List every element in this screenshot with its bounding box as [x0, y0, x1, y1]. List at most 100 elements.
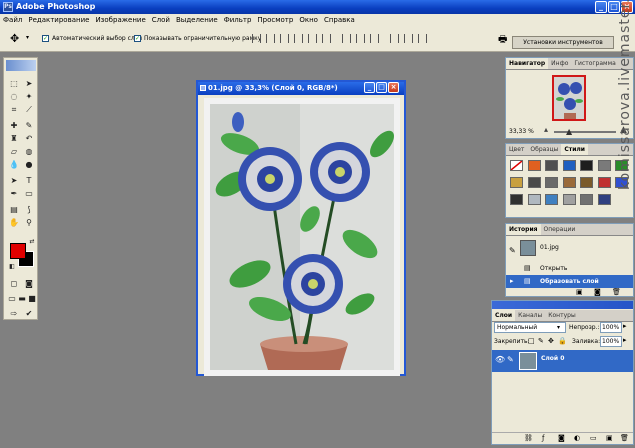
layer-mask-icon[interactable]: ◙	[558, 434, 565, 442]
menu-window[interactable]: Окно	[296, 14, 321, 26]
history-item[interactable]: ▤ Открыть	[506, 262, 633, 275]
trash-icon[interactable]: 🗑	[620, 434, 629, 442]
style-swatch[interactable]	[527, 177, 541, 188]
distribute-vcenter-icon[interactable]	[356, 34, 365, 43]
tab-info[interactable]: Инфо	[548, 58, 571, 69]
imageready-icon[interactable]: ✔	[23, 308, 35, 319]
menu-image[interactable]: Изображение	[92, 14, 148, 26]
tab-styles[interactable]: Стили	[561, 144, 588, 155]
foreground-color-swatch[interactable]	[10, 243, 26, 259]
navigator-thumbnail[interactable]	[552, 75, 586, 121]
lock-transparency-icon[interactable]: □	[528, 337, 535, 345]
doc-minimize-icon[interactable]: _	[364, 82, 375, 93]
align-top-icon[interactable]	[252, 34, 261, 43]
style-swatch[interactable]	[545, 160, 558, 171]
lasso-tool-icon[interactable]: ◌	[8, 91, 20, 102]
document-title-bar[interactable]: 01.jpg @ 33,3% (Слой 0, RGB/8*) _ □ ×	[198, 82, 404, 95]
tool-presets-well[interactable]: Установки инструментов	[512, 36, 614, 49]
menu-file[interactable]: Файл	[0, 14, 25, 26]
tab-swatches[interactable]: Образцы	[527, 144, 561, 155]
new-layer-icon[interactable]: ▣	[606, 434, 613, 442]
fill-arrow-icon[interactable]: ▸	[623, 336, 627, 344]
swap-colors-icon[interactable]: ⇄	[26, 236, 38, 247]
tab-histogram[interactable]: Гистограмма	[571, 58, 618, 69]
shape-tool-icon[interactable]: ▭	[23, 188, 35, 199]
lock-all-icon[interactable]: 🔒	[558, 337, 567, 345]
show-bounds-checkbox[interactable]: ✓	[134, 34, 141, 42]
lock-image-icon[interactable]: ✎	[538, 337, 544, 345]
align-right-icon[interactable]	[322, 34, 331, 43]
style-swatch[interactable]	[510, 160, 523, 171]
zoom-slider-handle[interactable]: ▲	[566, 127, 572, 136]
path-select-icon[interactable]: ➤	[8, 175, 20, 186]
style-swatch[interactable]	[545, 177, 558, 188]
tab-layers[interactable]: Слои	[492, 310, 516, 321]
zoom-slider[interactable]	[554, 131, 616, 133]
distribute-bottom-icon[interactable]	[370, 34, 379, 43]
fill-input[interactable]: 100%	[600, 336, 622, 347]
marquee-tool-icon[interactable]: ⬚	[8, 78, 20, 89]
crop-tool-icon[interactable]: ⌗	[8, 104, 20, 115]
dodge-tool-icon[interactable]: ●	[23, 159, 35, 170]
style-swatch[interactable]	[510, 177, 523, 188]
healing-brush-icon[interactable]: ✚	[8, 120, 20, 131]
style-swatch[interactable]	[527, 194, 541, 205]
tab-actions[interactable]: Операции	[541, 224, 579, 235]
adjustment-layer-icon[interactable]: ◐	[574, 434, 580, 442]
link-icon[interactable]: ⛓	[524, 434, 533, 442]
style-swatch[interactable]	[597, 160, 611, 171]
blur-tool-icon[interactable]: 💧	[8, 159, 20, 170]
notes-tool-icon[interactable]: ▤	[8, 204, 20, 215]
align-bottom-icon[interactable]	[280, 34, 289, 43]
style-swatch[interactable]	[580, 194, 593, 205]
style-swatch[interactable]	[562, 194, 576, 205]
distribute-right-icon[interactable]	[418, 34, 427, 43]
tool-preset-dropdown-icon[interactable]: ▾	[26, 34, 29, 41]
opacity-input[interactable]: 100%	[600, 322, 622, 333]
blend-mode-select[interactable]: Нормальный ▾	[494, 322, 566, 333]
brush-tool-icon[interactable]: ✎	[23, 120, 35, 131]
history-item-selected[interactable]: ▸ ▤ Образовать слой	[506, 275, 633, 288]
style-swatch[interactable]	[580, 160, 593, 171]
trash-icon[interactable]: 🗑	[612, 288, 621, 296]
brush-icon[interactable]: ✎	[507, 355, 514, 364]
hand-tool-icon[interactable]: ✋	[8, 217, 20, 228]
jump-to-imageready-icon[interactable]: ⇨	[8, 308, 20, 319]
type-tool-icon[interactable]: T	[23, 175, 35, 186]
move-tool-icon[interactable]: ➤	[23, 78, 35, 89]
image-canvas[interactable]	[204, 98, 400, 376]
style-swatch[interactable]	[562, 160, 576, 171]
history-brush-icon[interactable]: ↶	[23, 133, 35, 144]
new-document-icon[interactable]: ▣	[576, 288, 583, 296]
screen-mode-full-icon[interactable]: ■	[26, 293, 38, 304]
style-swatch[interactable]	[527, 160, 541, 171]
tab-navigator[interactable]: Навигатор	[506, 58, 549, 69]
doc-close-icon[interactable]: ×	[388, 82, 399, 93]
menu-view[interactable]: Просмотр	[254, 14, 296, 26]
zoom-tool-icon[interactable]: ⚲	[23, 217, 35, 228]
lock-position-icon[interactable]: ✥	[548, 337, 554, 345]
layer-row-selected[interactable]: 👁 ✎ Слой 0	[492, 350, 633, 372]
menu-filter[interactable]: Фильтр	[221, 14, 255, 26]
style-swatch[interactable]	[510, 194, 523, 205]
distribute-left-icon[interactable]	[390, 34, 399, 43]
style-swatch[interactable]	[562, 177, 576, 188]
style-swatch[interactable]	[597, 194, 611, 205]
eye-icon[interactable]: 👁	[495, 355, 505, 364]
style-swatch[interactable]	[545, 194, 558, 205]
style-swatch[interactable]	[580, 177, 593, 188]
menu-help[interactable]: Справка	[321, 14, 358, 26]
distribute-top-icon[interactable]	[342, 34, 351, 43]
align-left-icon[interactable]	[294, 34, 303, 43]
tab-history[interactable]: История	[506, 224, 541, 235]
paint-bucket-icon[interactable]: ◍	[23, 146, 35, 157]
snapshot-icon[interactable]: ◙	[594, 288, 601, 296]
clone-stamp-icon[interactable]: ♜	[8, 133, 20, 144]
align-vcenter-icon[interactable]	[266, 34, 275, 43]
layer-style-icon[interactable]: ƒ	[542, 434, 544, 442]
align-hcenter-icon[interactable]	[308, 34, 317, 43]
menu-select[interactable]: Выделение	[173, 14, 221, 26]
tab-color[interactable]: Цвет	[506, 144, 527, 155]
quick-mask-icon[interactable]: ◙	[23, 278, 35, 289]
history-snapshot-row[interactable]: ✎ 01.jpg	[506, 238, 633, 258]
